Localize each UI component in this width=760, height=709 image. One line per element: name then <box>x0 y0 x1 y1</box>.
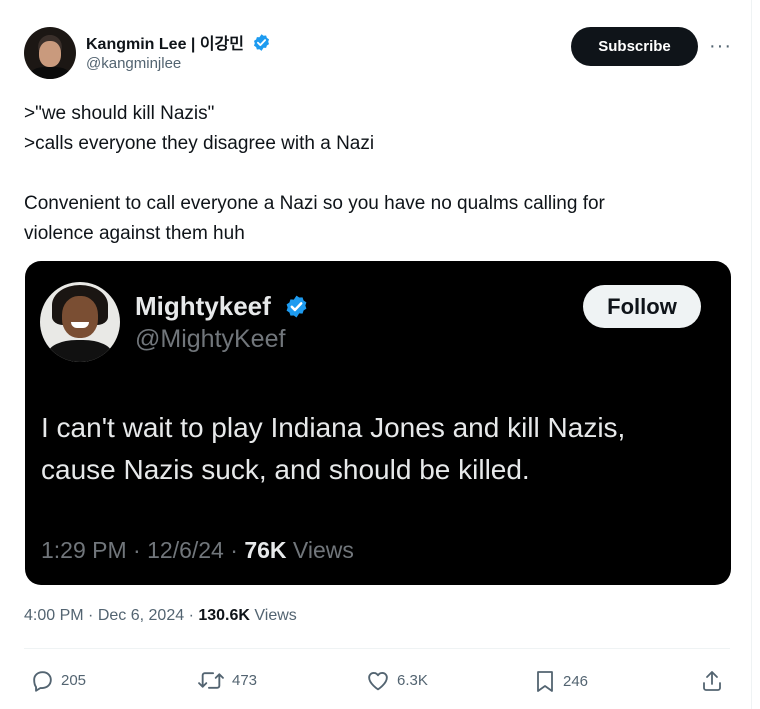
quoted-tweet-image[interactable]: Mightykeef @MightyKeef Follow I can't wa… <box>25 261 731 585</box>
verified-badge-icon <box>286 295 307 318</box>
quoted-date: 12/6/24 <box>147 537 224 563</box>
like-count: 6.3K <box>397 672 428 689</box>
bookmark-icon <box>537 671 553 692</box>
reply-count: 205 <box>61 672 87 689</box>
views-count: 130.6K <box>198 607 250 624</box>
like-button[interactable]: 6.3K <box>365 668 428 693</box>
quoted-author-name-row: Mightykeef <box>135 291 309 322</box>
reply-button[interactable]: 205 <box>30 668 86 693</box>
bookmark-count: 246 <box>563 672 589 690</box>
quoted-meta: 1:29 PM · 12/6/24 · 76K Views <box>41 537 354 563</box>
tweet-text: >"we should kill Nazis" >calls everyone … <box>24 99 605 249</box>
author-name-row[interactable]: Kangmin Lee | 이강민 <box>86 30 271 54</box>
author-handle[interactable]: @kangminjlee <box>86 55 181 72</box>
reply-icon <box>33 671 52 692</box>
views-label: Views <box>254 607 297 624</box>
tweet-line: violence against them huh <box>24 223 245 244</box>
quoted-text: I can't wait to play Indiana Jones and k… <box>41 407 625 491</box>
more-options-icon[interactable]: ··· <box>709 35 732 58</box>
repost-count: 473 <box>232 672 258 689</box>
tweet-date[interactable]: Dec 6, 2024 <box>98 607 184 624</box>
tweet-meta: 4:00 PM · Dec 6, 2024 · 130.6K Views <box>24 607 297 624</box>
bookmark-button[interactable]: 246 <box>533 668 588 694</box>
repost-icon <box>198 672 224 689</box>
tweet-line: Convenient to call everyone a Nazi so yo… <box>24 193 605 214</box>
quoted-time: 1:29 PM <box>41 537 127 563</box>
share-button[interactable] <box>700 668 724 694</box>
follow-button: Follow <box>583 285 701 328</box>
quoted-views-label: Views <box>292 537 354 563</box>
quoted-text-line: cause Nazis suck, and should be killed. <box>41 454 530 485</box>
quoted-handle: @MightyKeef <box>135 325 286 353</box>
tweet-line <box>24 159 605 189</box>
share-icon <box>703 671 721 691</box>
tweet-line: >"we should kill Nazis" <box>24 103 215 124</box>
quoted-author-avatar <box>40 282 120 362</box>
author-avatar[interactable] <box>24 27 76 79</box>
verified-badge-icon <box>254 34 270 51</box>
tweet-time[interactable]: 4:00 PM <box>24 607 84 624</box>
quoted-text-line: I can't wait to play Indiana Jones and k… <box>41 412 626 443</box>
divider <box>24 648 730 649</box>
heart-icon <box>368 671 388 691</box>
repost-button[interactable]: 473 <box>196 668 257 693</box>
subscribe-button[interactable]: Subscribe <box>571 27 698 66</box>
quoted-views-count: 76K <box>244 537 287 563</box>
tweet-card: Kangmin Lee | 이강민 @kangminjlee Subscribe… <box>0 0 752 709</box>
author-display-name[interactable]: Kangmin Lee | 이강민 <box>86 36 244 53</box>
tweet-line: >calls everyone they disagree with a Naz… <box>24 133 375 154</box>
quoted-display-name: Mightykeef <box>135 291 271 321</box>
